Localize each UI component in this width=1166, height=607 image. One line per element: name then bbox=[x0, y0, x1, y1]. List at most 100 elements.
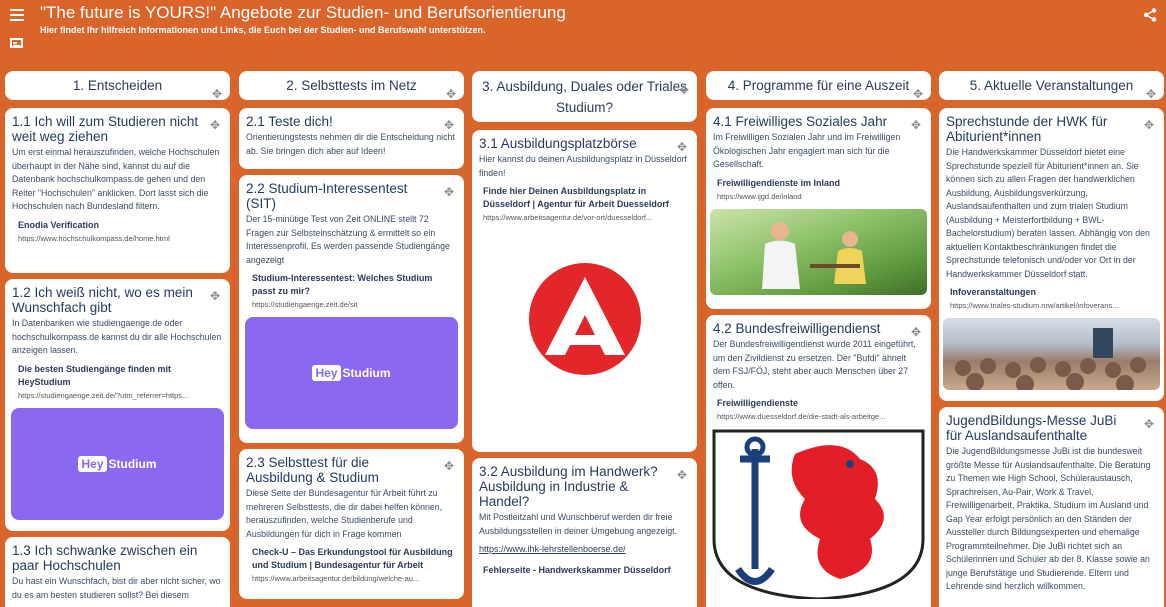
attachment-url[interactable]: https://www.ijgd.de/inland bbox=[706, 190, 931, 203]
ihk-link[interactable]: https://www.ihk-lehrstellenboerse.de/ bbox=[472, 538, 697, 554]
wall-subtitle: Hier findet Ihr hilfreich Informationen … bbox=[40, 25, 486, 35]
post-title: 1.1 Ich will zum Studieren nicht weit we… bbox=[12, 114, 199, 144]
attachment-url[interactable]: https://www.arbeitsagentur.de/vor-ort/du… bbox=[472, 211, 697, 224]
heystudium-logo: Hey Studium bbox=[312, 365, 391, 381]
attachment-url[interactable]: https://www.arbeitsagentur.de/bildung/we… bbox=[239, 572, 464, 585]
share-icon[interactable] bbox=[1143, 8, 1157, 22]
post-card[interactable]: ✥ 1.1 Ich will zum Studieren nicht weit … bbox=[5, 108, 230, 273]
attachment-title[interactable]: Infoveranstaltungen bbox=[939, 281, 1164, 299]
volunteer-photo[interactable] bbox=[710, 208, 927, 295]
attachment-title[interactable]: Enodia Verification bbox=[5, 214, 230, 232]
move-icon[interactable]: ✥ bbox=[677, 140, 687, 154]
column-header[interactable]: 5. Aktuelle Veranstaltungen ✥ bbox=[939, 71, 1164, 101]
wall-title: "The future is YOURS!" Angebote zur Stud… bbox=[40, 3, 566, 22]
duesseldorf-coat-of-arms[interactable] bbox=[710, 429, 927, 601]
attachment-url[interactable]: https://studiengaenge.zeit.de/sit bbox=[239, 298, 464, 311]
move-icon[interactable]: ✥ bbox=[1144, 118, 1154, 132]
post-body: Hier kannst du deinen Ausbildungsplatz i… bbox=[479, 154, 687, 178]
post-body: Die Handwerkskammer Düsseldorf bietet ei… bbox=[946, 147, 1150, 279]
post-card[interactable]: ✥ 2.1 Teste dich! Orientierungstests neh… bbox=[239, 108, 464, 169]
arbeitsagentur-logo bbox=[472, 224, 697, 414]
column-veranstaltungen: 5. Aktuelle Veranstaltungen ✥ ✥ Sprechst… bbox=[939, 71, 1164, 607]
post-card[interactable]: ✥ 2.3 Selbsttest für die Ausbildung & St… bbox=[239, 449, 464, 599]
column-title: 3. Ausbildung, Duales oder Triales Studi… bbox=[482, 79, 687, 115]
post-title: 4.2 Bundesfreiwilligendienst bbox=[713, 321, 881, 336]
logo-text: Studium bbox=[342, 366, 391, 380]
post-card[interactable]: ✥ 3.2 Ausbildung im Handwerk? Ausbildung… bbox=[472, 458, 697, 607]
coat-of-arms-icon bbox=[712, 429, 925, 601]
post-title: 4.1 Freiwilliges Soziales Jahr bbox=[713, 114, 888, 129]
post-title: 3.2 Ausbildung im Handwerk? Ausbildung i… bbox=[479, 464, 658, 509]
post-body: Mit Postleitzahl und Wunschberuf werden … bbox=[479, 512, 678, 536]
move-icon[interactable]: ✥ bbox=[911, 118, 921, 132]
post-title: JugendBildungs-Messe JuBi für Auslandsau… bbox=[946, 413, 1117, 443]
move-icon[interactable]: ✥ bbox=[210, 118, 220, 132]
post-title: 2.1 Teste dich! bbox=[246, 114, 333, 129]
attachment-url[interactable]: https://www.duesseldorf.de/die-stadt-als… bbox=[706, 410, 931, 423]
move-icon[interactable]: ✥ bbox=[679, 80, 689, 101]
column-header[interactable]: 3. Ausbildung, Duales oder Triales Studi… bbox=[472, 71, 697, 122]
column-title: 5. Aktuelle Veranstaltungen bbox=[969, 78, 1134, 93]
attachment-title[interactable]: Fehlerseite - Handwerkskammer Düsseldorf bbox=[472, 554, 697, 577]
post-card[interactable]: ✥ JugendBildungs-Messe JuBi für Auslands… bbox=[939, 407, 1164, 607]
hamburger-menu-icon[interactable] bbox=[10, 9, 24, 21]
post-card[interactable]: 1.3 Ich schwanke zwischen ein paar Hochs… bbox=[5, 537, 230, 607]
heystudium-image[interactable]: Hey Studium bbox=[11, 407, 224, 520]
column-ausbildung: 3. Ausbildung, Duales oder Triales Studi… bbox=[472, 71, 697, 607]
move-icon[interactable]: ✥ bbox=[444, 118, 454, 132]
post-body: Du hast ein Wunschfach, bist dir aber ni… bbox=[12, 576, 221, 600]
post-title: 3.1 Ausbildungsplatzbörse bbox=[479, 136, 637, 151]
column-header[interactable]: 2. Selbsttests im Netz ✥ bbox=[239, 71, 464, 101]
move-icon[interactable]: ✥ bbox=[210, 289, 220, 303]
move-icon[interactable]: ✥ bbox=[212, 80, 222, 109]
move-icon[interactable]: ✥ bbox=[446, 80, 456, 109]
attachment-title[interactable]: Die besten Studiengänge finden mit HeySt… bbox=[5, 358, 230, 389]
column-header[interactable]: 1. Entscheiden ✥ bbox=[5, 71, 230, 101]
post-card[interactable]: ✥ 1.2 Ich weiß nicht, wo es mein Wunschf… bbox=[5, 279, 230, 531]
post-card[interactable]: ✥ 2.2 Studium-Interessentest (SIT) Der 1… bbox=[239, 175, 464, 443]
post-title: Sprechstunde der HWK für Abiturient*inne… bbox=[946, 114, 1108, 144]
attachment-title[interactable]: Freiwilligendienste im Inland bbox=[706, 172, 931, 190]
attachment-title[interactable]: Check-U – Das Erkundungstool für Ausbild… bbox=[239, 541, 464, 572]
post-card[interactable]: ✥ 4.2 Bundesfreiwilligendienst Der Bunde… bbox=[706, 315, 931, 607]
column-header[interactable]: 4. Programme für eine Auszeit ✥ bbox=[706, 71, 931, 101]
logo-pill: Hey bbox=[78, 455, 107, 472]
post-card[interactable]: ✥ 3.1 Ausbildungsplatzbörse Hier kannst … bbox=[472, 130, 697, 452]
wall-header: "The future is YOURS!" Angebote zur Stud… bbox=[0, 0, 1166, 62]
move-icon[interactable]: ✥ bbox=[444, 459, 454, 473]
post-body: In Datenbanken wie studiengaenge.de oder… bbox=[12, 318, 222, 355]
move-icon[interactable]: ✥ bbox=[677, 468, 687, 482]
post-title: 1.2 Ich weiß nicht, wo es mein Wunschfac… bbox=[12, 285, 193, 315]
attachment-url[interactable]: https://www.hochschulkompass.de/home.htm… bbox=[5, 232, 230, 245]
column-title: 1. Entscheiden bbox=[72, 78, 163, 93]
post-body: Orientierungstests nehmen dir die Entsch… bbox=[246, 132, 455, 156]
post-title: 2.2 Studium-Interessentest (SIT) bbox=[246, 181, 408, 211]
post-body: Um erst einmal herauszufinden, welche Ho… bbox=[12, 147, 220, 211]
wall-info-icon[interactable] bbox=[10, 38, 23, 48]
post-card[interactable]: ✥ 4.1 Freiwilliges Soziales Jahr Im Frei… bbox=[706, 108, 931, 309]
arbeitsagentur-logo-icon bbox=[528, 263, 641, 375]
post-card[interactable]: ✥ Sprechstunde der HWK für Abiturient*in… bbox=[939, 108, 1164, 401]
volunteer-photo-illustration bbox=[762, 221, 866, 289]
column-selbsttests: 2. Selbsttests im Netz ✥ ✥ 2.1 Teste dic… bbox=[239, 71, 464, 599]
attachment-url[interactable]: https://www.triales-studium.nrw/artikel/… bbox=[939, 299, 1164, 312]
logo-pill: Hey bbox=[312, 365, 341, 381]
post-body: Im Freiwilligen Sozialen Jahr und im Fre… bbox=[713, 132, 901, 169]
post-body: Der Bundesfreiwilligendienst wurde 2011 … bbox=[713, 339, 916, 390]
move-icon[interactable]: ✥ bbox=[1146, 80, 1156, 109]
audience-illustration bbox=[955, 328, 1146, 390]
post-body: Diese Seite der Bundesagentur für Arbeit… bbox=[246, 488, 443, 539]
post-title: 1.3 Ich schwanke zwischen ein paar Hochs… bbox=[12, 543, 198, 573]
column-programme: 4. Programme für eine Auszeit ✥ ✥ 4.1 Fr… bbox=[706, 71, 931, 607]
move-icon[interactable]: ✥ bbox=[1144, 417, 1154, 431]
move-icon[interactable]: ✥ bbox=[911, 325, 921, 339]
column-title: 4. Programme für eine Auszeit bbox=[727, 78, 910, 93]
attachment-title[interactable]: Freiwilligendienste bbox=[706, 392, 931, 410]
event-audience-photo[interactable] bbox=[943, 318, 1160, 390]
attachment-title[interactable]: Finde hier Deinen Ausbildungsplatz in Dü… bbox=[472, 180, 697, 211]
attachment-title[interactable]: Studium-Interessentest: Welches Studium … bbox=[239, 267, 464, 298]
move-icon[interactable]: ✥ bbox=[444, 185, 454, 199]
move-icon[interactable]: ✥ bbox=[913, 80, 923, 109]
attachment-url[interactable]: https://studiengaenge.zeit.de/?utm_refer… bbox=[5, 389, 230, 402]
heystudium-image[interactable]: Hey Studium bbox=[245, 317, 458, 429]
